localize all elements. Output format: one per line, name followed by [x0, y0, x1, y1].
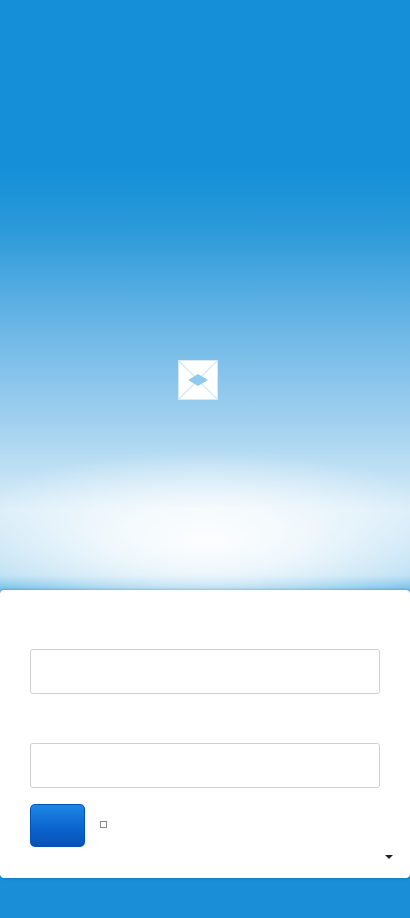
password-input[interactable] — [30, 743, 380, 788]
broken-image-icon — [179, 361, 217, 399]
login-button[interactable] — [30, 804, 85, 847]
login-panel — [0, 590, 410, 878]
caret-down-icon[interactable] — [385, 855, 393, 859]
logo-broken-image-icon — [178, 360, 218, 400]
remember-checkbox[interactable] — [100, 821, 107, 828]
username-input[interactable] — [30, 649, 380, 694]
